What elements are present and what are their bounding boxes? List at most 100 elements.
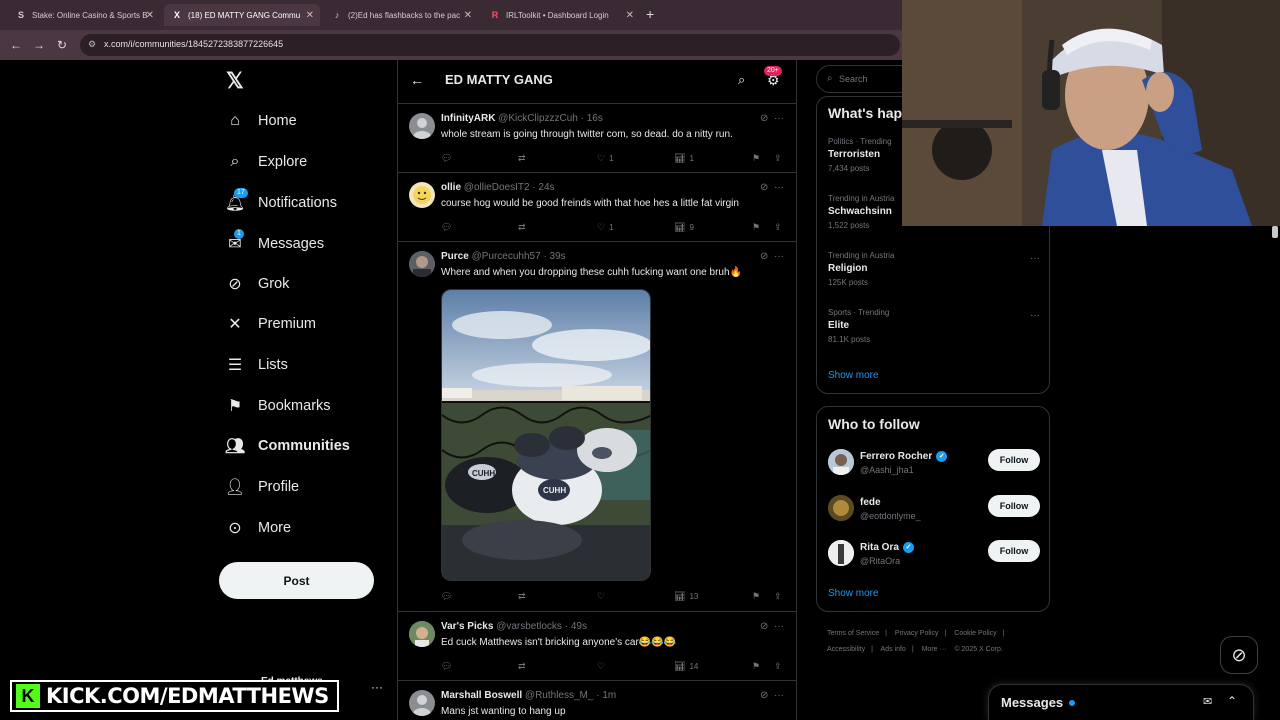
tweet[interactable]: Marshall Boswell @Ruthless_M_ · 1m ⊘ ···… (398, 681, 796, 720)
retweet-button[interactable]: ⇄ (518, 661, 526, 672)
avatar[interactable] (409, 621, 435, 647)
tweet-author-handle[interactable]: @KickClipzzzCuh (498, 113, 578, 124)
more-dots-icon[interactable]: ··· (1030, 310, 1040, 321)
sidebar-item-more[interactable]: ⊙ More (226, 515, 291, 541)
reply-button[interactable]: 💬︎ (441, 661, 452, 672)
avatar[interactable] (828, 449, 854, 475)
more-dots-icon[interactable]: ··· (774, 621, 784, 632)
footer-link[interactable]: Terms of Service (827, 630, 879, 637)
grok-icon[interactable]: ⊘ (760, 182, 768, 193)
views-button[interactable]: 📊︎ 14 (674, 661, 698, 672)
tweet-time[interactable]: · 1m (596, 690, 616, 701)
sidebar-item-notifications[interactable]: 🔔︎ 17 Notifications (225, 188, 337, 216)
retweet-button[interactable]: ⇄ (518, 591, 526, 602)
post-button[interactable]: Post (219, 562, 374, 599)
compose-message-icon[interactable]: ✉ (1203, 695, 1212, 708)
tweet-menu[interactable]: ⊘ ··· (760, 182, 784, 193)
reply-button[interactable]: 💬︎ (441, 591, 452, 602)
tweet[interactable]: Var's Picks @varsbetlocks · 49s ⊘ ··· Ed… (398, 612, 796, 681)
sidebar-item-bookmarks[interactable]: ⚑ Bookmarks (226, 393, 331, 419)
follow-button[interactable]: Follow (988, 495, 1040, 517)
footer-link[interactable]: Privacy Policy (895, 630, 939, 637)
share-button[interactable]: ⇪ (774, 661, 782, 672)
views-button[interactable]: 📊︎ 1 (674, 153, 694, 164)
tweet[interactable]: InfinityARK @KickClipzzzCuh · 16s ⊘ ··· … (398, 104, 796, 173)
back-icon[interactable]: ← (10, 38, 22, 52)
tweet-image[interactable]: CUHH CUHH (441, 289, 651, 581)
more-dots-icon[interactable]: ··· (774, 113, 784, 124)
share-button[interactable]: ⇪ (774, 222, 782, 233)
grok-icon[interactable]: ⊘ (760, 621, 768, 632)
footer-link[interactable]: Cookie Policy (954, 630, 996, 637)
more-dots-icon[interactable]: ··· (774, 251, 784, 262)
follow-suggestion[interactable]: Ferrero Rocher ✓ @Aashi_jha1 Follow (828, 449, 1040, 483)
tweet-author-name[interactable]: Purce (441, 251, 469, 262)
reply-button[interactable]: 💬︎ (441, 153, 452, 164)
tweet-author-name[interactable]: Marshall Boswell (441, 690, 522, 701)
browser-tab[interactable]: S Stake: Online Casino & Sports B ✕ (8, 4, 160, 26)
more-dots-icon[interactable]: ··· (774, 690, 784, 701)
avatar[interactable] (828, 540, 854, 566)
follow-suggestion[interactable]: Rita Ora ✓ @RitaOra Follow (828, 540, 1040, 574)
tweet[interactable]: ollie @ollieDoesIT2 · 24s ⊘ ··· course h… (398, 173, 796, 242)
avatar[interactable] (409, 113, 435, 139)
bookmark-button[interactable]: ⚑ (752, 153, 760, 164)
sidebar-item-home[interactable]: ⌂ Home (226, 108, 297, 134)
follow-suggestion[interactable]: fede @eotdonlyme_ Follow (828, 495, 1040, 529)
follow-show-more-link[interactable]: Show more (828, 588, 879, 599)
tweet-author-handle[interactable]: @Ruthless_M_ (525, 690, 594, 701)
avatar[interactable] (409, 251, 435, 277)
like-button[interactable]: ♡ 1 (597, 153, 614, 164)
close-tab-icon[interactable]: ✕ (464, 10, 472, 21)
retweet-button[interactable]: ⇄ (518, 222, 526, 233)
sidebar-item-messages[interactable]: ✉ 1 Messages (226, 229, 324, 257)
close-tab-icon[interactable]: ✕ (626, 10, 634, 21)
tweet-menu[interactable]: ⊘ ··· (760, 251, 784, 262)
tweet-author-handle[interactable]: @varsbetlocks (496, 621, 562, 632)
site-info-icon[interactable]: ⚙ (88, 39, 96, 50)
bookmark-button[interactable]: ⚑ (752, 591, 760, 602)
tweet-author-name[interactable]: InfinityARK (441, 113, 495, 124)
browser-tab-active[interactable]: X (18) ED MATTY GANG Commu ✕ (164, 4, 320, 26)
scrollbar[interactable] (1272, 226, 1278, 238)
more-dots-icon[interactable]: ··· (371, 680, 383, 694)
follow-button[interactable]: Follow (988, 540, 1040, 562)
search-icon[interactable]: ⌕ (738, 72, 745, 88)
avatar[interactable] (409, 182, 435, 208)
tweet-menu[interactable]: ⊘ ··· (760, 113, 784, 124)
tweet-time[interactable]: · 24s (532, 182, 554, 193)
share-button[interactable]: ⇪ (774, 153, 782, 164)
x-logo-icon[interactable]: 𝕏 (226, 68, 244, 94)
trends-show-more-link[interactable]: Show more (828, 370, 879, 381)
bookmark-button[interactable]: ⚑ (752, 222, 760, 233)
browser-tab[interactable]: R IRLToolkit • Dashboard Login ✕ (482, 4, 640, 26)
retweet-button[interactable]: ⇄ (518, 153, 526, 164)
grok-icon[interactable]: ⊘ (760, 690, 768, 701)
tweet-time[interactable]: · 16s (581, 113, 603, 124)
tweet-author-name[interactable]: ollie (441, 182, 461, 193)
more-dots-icon[interactable]: ··· (774, 182, 784, 193)
sidebar-item-profile[interactable]: 👤︎ Profile (225, 474, 299, 500)
sidebar-item-grok[interactable]: ⊘ Grok (226, 271, 289, 297)
tweet-time[interactable]: · 49s (565, 621, 587, 632)
tweet-time[interactable]: · 39s (543, 251, 565, 262)
tweet-author-name[interactable]: Var's Picks (441, 621, 493, 632)
like-button[interactable]: ♡ 1 (597, 222, 614, 233)
tweet-author-handle[interactable]: @ollieDoesIT2 (464, 182, 530, 193)
sidebar-item-premium[interactable]: ✕ Premium (226, 311, 316, 337)
grok-icon[interactable]: ⊘ (760, 113, 768, 124)
views-button[interactable]: 📊︎ 9 (674, 222, 694, 233)
sidebar-item-lists[interactable]: ☰ Lists (226, 352, 288, 378)
share-button[interactable]: ⇪ (774, 591, 782, 602)
forward-icon[interactable]: → (33, 38, 45, 52)
close-tab-icon[interactable]: ✕ (306, 10, 314, 21)
tweet-menu[interactable]: ⊘ ··· (760, 690, 784, 701)
trend-item[interactable]: Trending in Austria Religion 125K posts … (828, 251, 1040, 301)
sidebar-item-communities[interactable]: 👥︎ Communities (225, 433, 350, 459)
reload-icon[interactable]: ↻ (57, 38, 67, 52)
reply-button[interactable]: 💬︎ (441, 222, 452, 233)
footer-link[interactable]: Accessibility (827, 646, 865, 653)
like-button[interactable]: ♡ (597, 661, 605, 672)
follow-button[interactable]: Follow (988, 449, 1040, 471)
messages-drawer[interactable]: Messages ✉ ⌃ (988, 684, 1254, 720)
